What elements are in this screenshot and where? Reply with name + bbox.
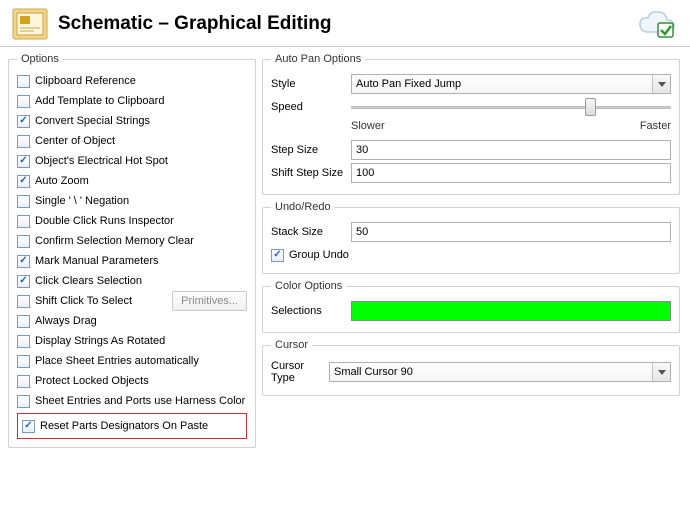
option-label: Center of Object	[35, 134, 115, 148]
autopan-group: Auto Pan Options Style Auto Pan Fixed Ju…	[262, 53, 680, 195]
style-dropdown[interactable]: Auto Pan Fixed Jump	[351, 74, 671, 94]
option-checkbox[interactable]	[17, 95, 30, 108]
option-checkbox[interactable]	[17, 255, 30, 268]
groupundo-label: Group Undo	[289, 248, 349, 262]
slower-label: Slower	[351, 120, 385, 132]
option-checkbox[interactable]	[17, 355, 30, 368]
option-label: Add Template to Clipboard	[35, 94, 164, 108]
cloud-check-icon	[636, 8, 678, 40]
option-label: Sheet Entries and Ports use Harness Colo…	[35, 394, 245, 408]
option-label: Reset Parts Designators On Paste	[40, 419, 208, 433]
style-value: Auto Pan Fixed Jump	[356, 78, 461, 90]
option-label: Confirm Selection Memory Clear	[35, 234, 194, 248]
left-column: Options Clipboard Reference Add Template …	[8, 53, 256, 454]
schematic-icon	[12, 8, 48, 40]
option-checkbox[interactable]	[17, 335, 30, 348]
option-label: Object's Electrical Hot Spot	[35, 154, 168, 168]
cursortype-label: Cursor Type	[271, 360, 329, 384]
option-checkbox[interactable]	[17, 175, 30, 188]
chevron-down-icon	[652, 75, 670, 93]
option-checkbox[interactable]	[17, 135, 30, 148]
option-label: Display Strings As Rotated	[35, 334, 165, 348]
option-label: Shift Click To Select	[35, 294, 132, 308]
faster-label: Faster	[640, 120, 671, 132]
option-label: Always Drag	[35, 314, 97, 328]
option-checkbox[interactable]	[17, 395, 30, 408]
color-legend: Color Options	[271, 280, 346, 292]
option-label: Mark Manual Parameters	[35, 254, 159, 268]
option-label: Clipboard Reference	[35, 74, 136, 88]
shiftstep-input[interactable]	[351, 163, 671, 183]
selections-color-swatch[interactable]	[351, 301, 671, 321]
option-label: Protect Locked Objects	[35, 374, 149, 388]
options-legend: Options	[17, 53, 63, 65]
cursortype-value: Small Cursor 90	[334, 366, 413, 378]
undo-legend: Undo/Redo	[271, 201, 335, 213]
option-checkbox[interactable]	[17, 195, 30, 208]
color-group: Color Options Selections	[262, 280, 680, 333]
option-checkbox[interactable]	[17, 295, 30, 308]
stacksize-input[interactable]	[351, 222, 671, 242]
option-label: Click Clears Selection	[35, 274, 142, 288]
option-checkbox[interactable]	[17, 115, 30, 128]
option-label: Auto Zoom	[35, 174, 89, 188]
chevron-down-icon	[652, 363, 670, 381]
option-checkbox[interactable]	[17, 315, 30, 328]
speed-slider[interactable]	[351, 97, 671, 117]
option-label: Convert Special Strings	[35, 114, 150, 128]
stepsize-label: Step Size	[271, 144, 351, 156]
autopan-legend: Auto Pan Options	[271, 53, 365, 65]
slider-thumb[interactable]	[585, 98, 596, 116]
options-group: Options Clipboard Reference Add Template …	[8, 53, 256, 448]
groupundo-checkbox[interactable]	[271, 249, 284, 262]
speed-label: Speed	[271, 101, 351, 113]
primitives-button[interactable]: Primitives...	[172, 291, 247, 311]
shiftstep-label: Shift Step Size	[271, 167, 351, 179]
stacksize-label: Stack Size	[271, 226, 351, 238]
option-checkbox[interactable]	[17, 275, 30, 288]
stepsize-input[interactable]	[351, 140, 671, 160]
cursor-legend: Cursor	[271, 339, 312, 351]
cursortype-dropdown[interactable]: Small Cursor 90	[329, 362, 671, 382]
option-checkbox[interactable]	[22, 420, 35, 433]
selections-label: Selections	[271, 305, 351, 317]
cursor-group: Cursor Cursor Type Small Cursor 90	[262, 339, 680, 396]
option-checkbox[interactable]	[17, 235, 30, 248]
content-area: Options Clipboard Reference Add Template …	[0, 47, 690, 460]
option-checkbox[interactable]	[17, 375, 30, 388]
header: Schematic – Graphical Editing	[0, 0, 690, 47]
page-title: Schematic – Graphical Editing	[58, 13, 636, 35]
option-label: Single ' \ ' Negation	[35, 194, 129, 208]
option-checkbox[interactable]	[17, 215, 30, 228]
option-label: Place Sheet Entries automatically	[35, 354, 199, 368]
right-column: Auto Pan Options Style Auto Pan Fixed Ju…	[262, 53, 680, 454]
option-label: Double Click Runs Inspector	[35, 214, 174, 228]
undo-group: Undo/Redo Stack Size Group Undo	[262, 201, 680, 274]
style-label: Style	[271, 78, 351, 90]
option-checkbox[interactable]	[17, 155, 30, 168]
option-checkbox[interactable]	[17, 75, 30, 88]
